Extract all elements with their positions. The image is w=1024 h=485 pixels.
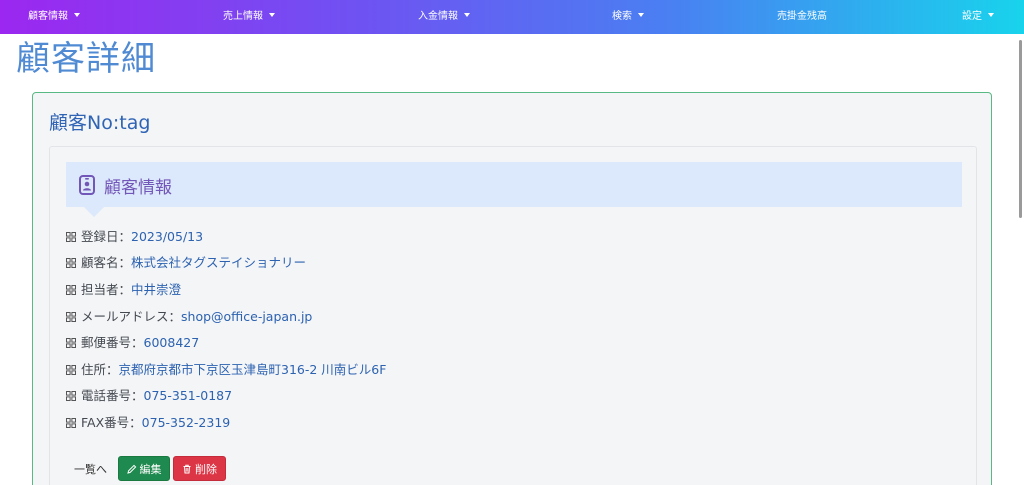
grid-icon: [66, 418, 76, 428]
page-scrollbar[interactable]: [1019, 40, 1022, 218]
nav-label: 売上情報: [223, 11, 263, 22]
field-registered-date: 登録日：2023/05/13: [66, 228, 203, 246]
nav-sales-info[interactable]: 売上情報: [223, 0, 275, 34]
top-navbar: 顧客情報 売上情報 入金情報 検索 売掛金残高 設定: [0, 0, 1024, 34]
page-title: 顧客詳細: [16, 39, 156, 79]
id-badge-icon: [79, 175, 95, 195]
trash-icon: [183, 464, 191, 474]
field-value: 株式会社タグステイショナリー: [131, 255, 307, 270]
grid-icon: [66, 258, 76, 268]
grid-icon: [66, 312, 76, 322]
caret-down-icon: [269, 13, 275, 17]
field-person-in-charge: 担当者：中井崇澄: [66, 281, 181, 299]
nav-payment-info[interactable]: 入金情報: [418, 0, 470, 34]
field-email: メールアドレス：shop@office-japan.jp: [66, 308, 312, 326]
field-label: 住所：: [81, 362, 119, 377]
field-label: 担当者：: [81, 282, 132, 297]
section-title: 顧客情報: [104, 178, 172, 198]
nav-label: 売掛金残高: [777, 11, 827, 22]
grid-icon: [66, 365, 76, 375]
field-label: 登録日：: [81, 229, 132, 244]
field-label: メールアドレス：: [81, 309, 182, 324]
nav-label: 検索: [612, 11, 632, 22]
caret-down-icon: [464, 13, 470, 17]
pencil-icon: [126, 464, 136, 474]
caret-down-icon: [988, 13, 994, 17]
nav-label: 顧客情報: [28, 11, 68, 22]
field-value: shop@office-japan.jp: [181, 309, 313, 324]
field-value: 中井崇澄: [131, 282, 182, 297]
grid-icon: [66, 391, 76, 401]
field-value: 6008427: [143, 335, 200, 350]
caret-down-icon: [638, 13, 644, 17]
field-fax: FAX番号：075-352-2319: [66, 414, 230, 432]
nav-customer-info[interactable]: 顧客情報: [28, 0, 80, 34]
field-postal-code: 郵便番号：6008427: [66, 334, 199, 352]
nav-receivables[interactable]: 売掛金残高: [777, 0, 827, 34]
field-value: 2023/05/13: [131, 229, 204, 244]
customer-info-panel: 顧客情報 登録日：2023/05/13 顧客名：株式会社タグステイショナリー 担…: [49, 146, 977, 485]
field-value: 075-351-0187: [143, 388, 233, 403]
nav-label: 入金情報: [418, 11, 458, 22]
nav-label: 設定: [962, 11, 982, 22]
field-value: 京都府京都市下京区玉津島町316-2 川南ビル6F: [118, 362, 387, 377]
edit-button-label: 編集: [139, 463, 162, 476]
field-address: 住所：京都府京都市下京区玉津島町316-2 川南ビル6F: [66, 361, 386, 379]
nav-settings[interactable]: 設定: [962, 0, 994, 34]
customer-detail-card: 顧客No:tag 顧客情報 登録日：2023/05/13 顧客名：株式会社タグス…: [32, 92, 992, 485]
delete-button-label: 削除: [195, 463, 217, 476]
customer-number-heading: 顧客No:tag: [49, 112, 151, 134]
field-customer-name: 顧客名：株式会社タグステイショナリー: [66, 254, 306, 272]
caret-down-icon: [74, 13, 80, 17]
field-value: 075-352-2319: [141, 415, 231, 430]
field-label: 顧客名：: [81, 255, 132, 270]
field-label: FAX番号：: [81, 415, 142, 430]
field-phone: 電話番号：075-351-0187: [66, 387, 232, 405]
delete-button[interactable]: 削除: [173, 456, 226, 481]
back-to-list-link[interactable]: 一覧へ: [74, 459, 107, 481]
field-label: 電話番号：: [81, 388, 144, 403]
grid-icon: [66, 338, 76, 348]
grid-icon: [66, 285, 76, 295]
section-header: 顧客情報: [66, 162, 962, 217]
grid-icon: [66, 232, 76, 242]
edit-button[interactable]: 編集: [118, 456, 170, 481]
nav-search[interactable]: 検索: [612, 0, 644, 34]
field-label: 郵便番号：: [81, 335, 144, 350]
